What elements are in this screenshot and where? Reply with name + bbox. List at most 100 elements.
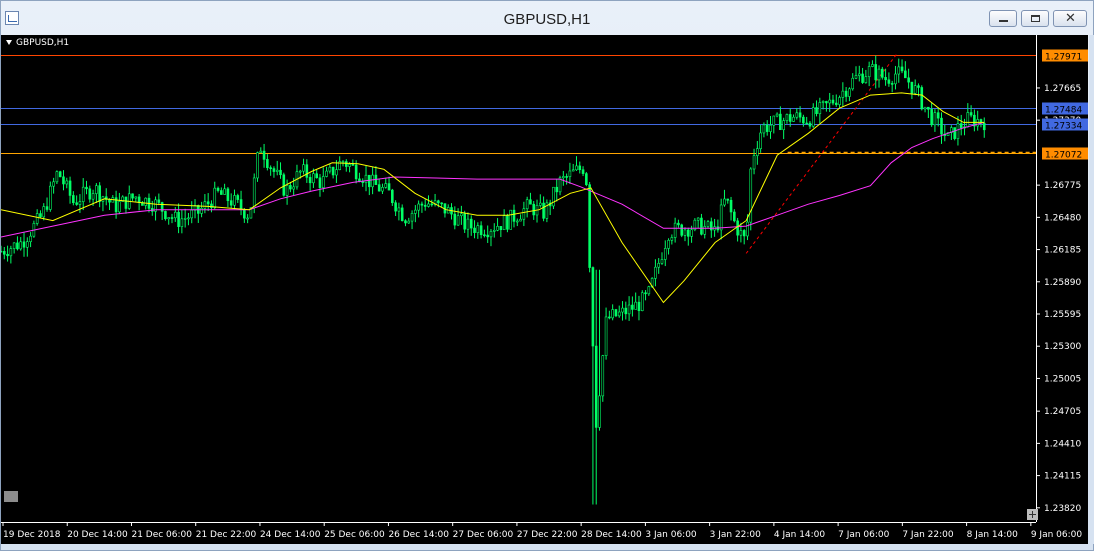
candle-body xyxy=(821,101,825,103)
candle-body xyxy=(654,266,657,279)
candle-body xyxy=(364,174,368,183)
candle-body xyxy=(828,99,831,104)
close-button[interactable]: ✕ xyxy=(1053,10,1087,27)
candle-body xyxy=(45,206,49,210)
candle-body xyxy=(670,237,674,241)
candle-body xyxy=(617,311,621,317)
candle-body xyxy=(391,189,394,204)
candle-body xyxy=(772,115,776,126)
candle-body xyxy=(585,173,588,185)
candle-body xyxy=(861,73,864,83)
candle-body xyxy=(269,167,272,169)
candle-body xyxy=(414,209,417,214)
candle-body xyxy=(857,73,861,76)
candle-body xyxy=(137,196,141,203)
candle-body xyxy=(157,199,161,203)
candle-body xyxy=(206,201,210,205)
candle-body xyxy=(325,170,328,177)
candle-body xyxy=(354,164,358,180)
candle-body xyxy=(118,201,121,213)
candle-body xyxy=(785,114,789,121)
candle-body xyxy=(966,112,970,128)
candle-body xyxy=(927,106,930,110)
price-chart[interactable]: 1.276651.273701.267751.264801.261851.258… xyxy=(1,35,1088,544)
minimize-button[interactable] xyxy=(989,10,1017,27)
candle-body xyxy=(220,190,223,195)
candle-body xyxy=(959,123,963,129)
candle-body xyxy=(571,169,575,172)
title-bar[interactable]: GBPUSD,H1 ✕ xyxy=(1,1,1093,35)
y-tick-label: 1.25005 xyxy=(1044,374,1081,384)
candle-body xyxy=(190,209,194,219)
candle-body xyxy=(39,213,42,218)
candle-body xyxy=(26,241,29,248)
candle-body xyxy=(831,99,835,104)
candle-body xyxy=(358,178,361,182)
maximize-button[interactable] xyxy=(1021,10,1049,27)
candle-body xyxy=(756,148,759,157)
candle-body xyxy=(328,166,332,172)
chart-area[interactable]: 1.276651.273701.267751.264801.261851.258… xyxy=(1,35,1088,544)
candle-body xyxy=(397,207,401,212)
x-tick-label: 8 Jan 14:00 xyxy=(967,530,1019,540)
price-level-label: 1.27484 xyxy=(1045,106,1082,116)
candle-body xyxy=(22,241,26,248)
candle-body xyxy=(515,220,519,223)
candle-body xyxy=(805,122,808,125)
candle-body xyxy=(723,198,726,206)
candle-body xyxy=(562,176,565,179)
candle-body xyxy=(381,187,384,192)
x-tick-label: 27 Dec 06:00 xyxy=(453,530,514,540)
x-tick-label: 20 Dec 14:00 xyxy=(67,530,128,540)
candle-body xyxy=(591,267,595,347)
candle-body xyxy=(815,107,818,115)
candle-body xyxy=(874,64,878,81)
candle-body xyxy=(318,177,322,188)
candle-body xyxy=(272,168,276,172)
maximize-icon xyxy=(1031,15,1040,22)
candle-body xyxy=(581,169,585,174)
candle-body xyxy=(351,164,355,166)
candle-body xyxy=(420,203,424,206)
candle-body xyxy=(302,164,305,172)
candle-body xyxy=(881,68,884,78)
candle-body xyxy=(473,227,476,233)
x-tick-label: 3 Jan 06:00 xyxy=(645,530,697,540)
candle-body xyxy=(887,79,891,84)
x-tick-label: 7 Jan 22:00 xyxy=(902,530,954,540)
price-level-label: 1.27334 xyxy=(1045,122,1082,132)
candle-body xyxy=(440,202,443,205)
candle-body xyxy=(91,193,95,200)
candle-body xyxy=(867,66,871,78)
x-tick-label: 27 Dec 22:00 xyxy=(517,530,578,540)
candle-body xyxy=(910,81,914,94)
candle-body xyxy=(884,77,887,81)
candle-body xyxy=(719,204,723,231)
candle-body xyxy=(173,211,177,219)
candle-body xyxy=(512,209,516,222)
dropdown-triangle-icon[interactable] xyxy=(6,40,12,45)
price-level-label: 1.27072 xyxy=(1045,151,1082,161)
candle-body xyxy=(667,239,670,249)
trend-line xyxy=(745,54,897,254)
symbol-label: GBPUSD,H1 xyxy=(6,38,69,48)
x-tick-label: 3 Jan 22:00 xyxy=(710,530,762,540)
y-tick-label: 1.23820 xyxy=(1044,504,1081,514)
candle-body xyxy=(608,316,611,319)
candle-body xyxy=(223,188,226,195)
candle-body xyxy=(226,188,230,201)
candle-body xyxy=(344,161,348,167)
candle-body xyxy=(752,155,756,170)
candle-body xyxy=(982,122,986,131)
candle-body xyxy=(65,180,69,185)
candle-body xyxy=(144,197,147,206)
candle-body xyxy=(187,217,190,220)
candle-body xyxy=(930,108,933,126)
candle-body xyxy=(640,292,644,312)
candle-body xyxy=(331,166,335,176)
window-title: GBPUSD,H1 xyxy=(503,11,591,28)
candle-body xyxy=(539,202,542,206)
candle-body xyxy=(305,164,309,178)
candle-body xyxy=(657,263,660,268)
candle-body xyxy=(262,150,266,160)
